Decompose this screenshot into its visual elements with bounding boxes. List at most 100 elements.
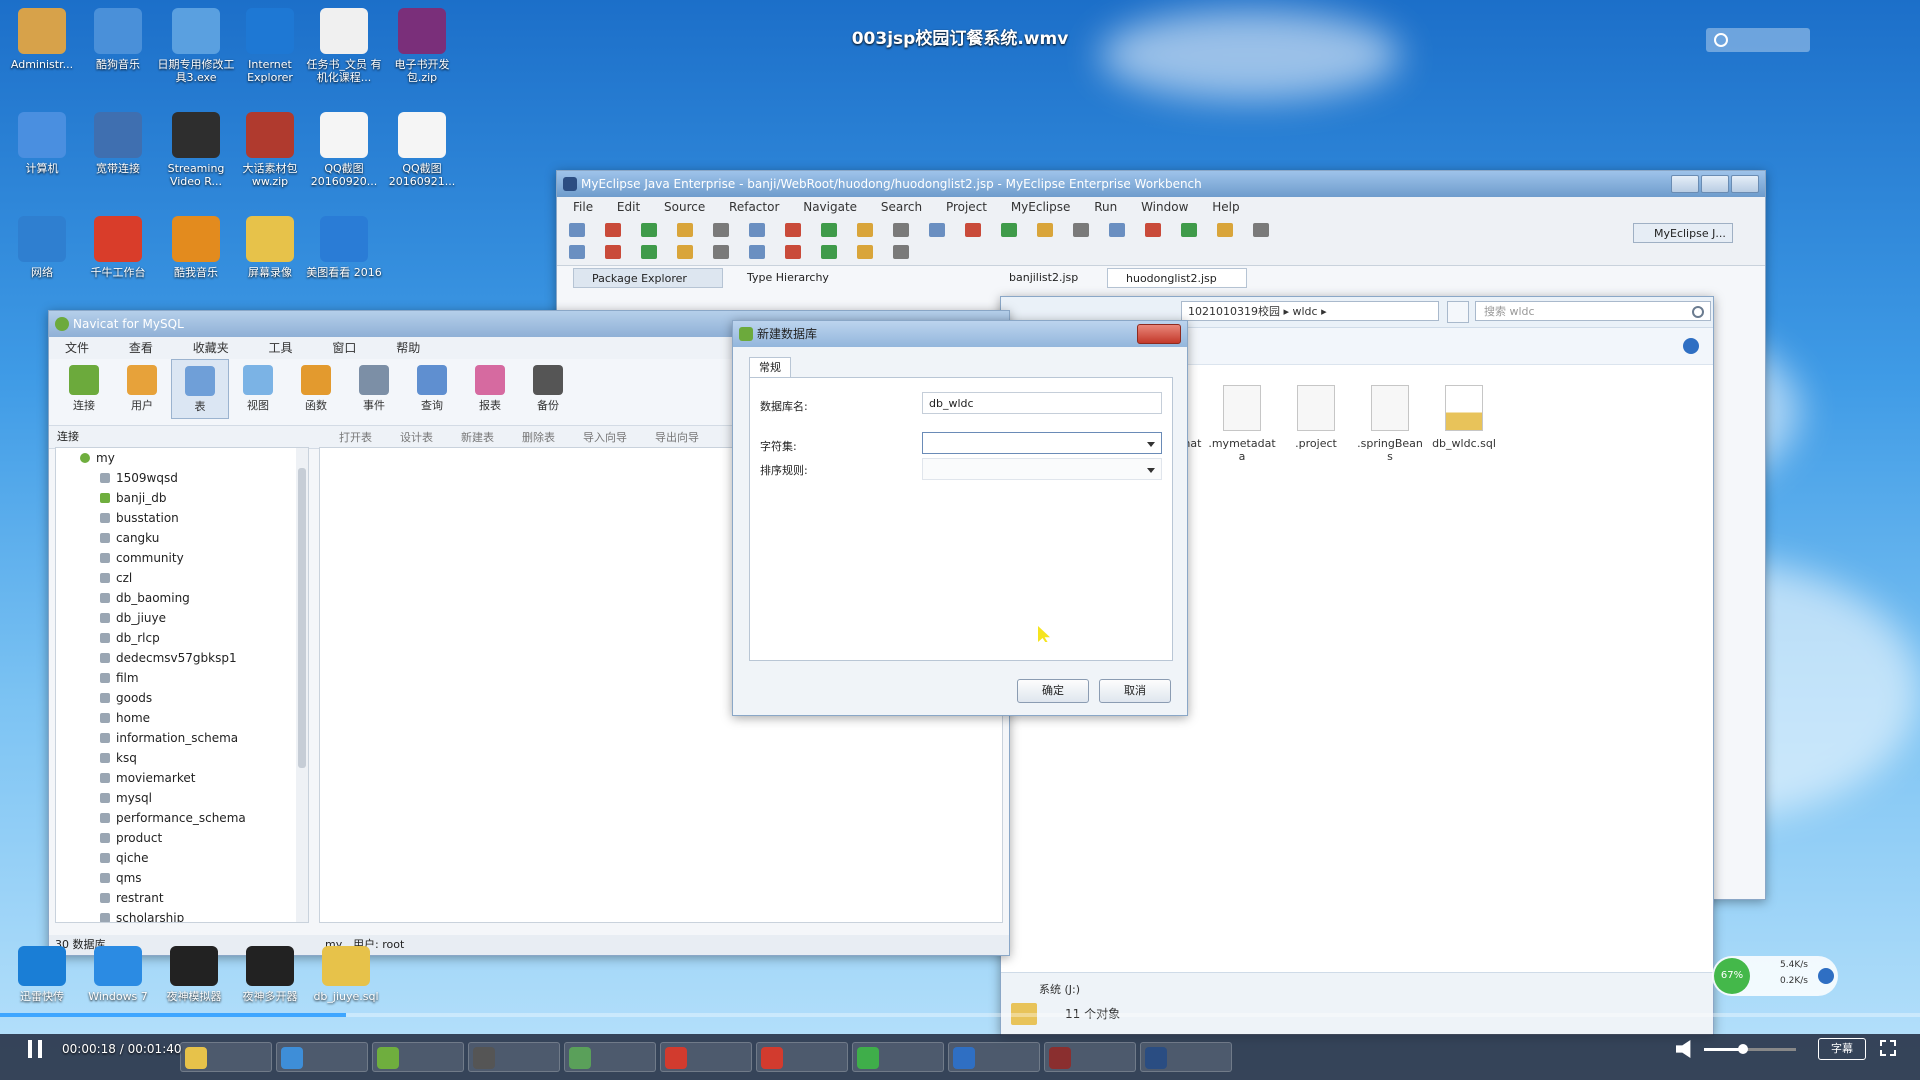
database-item[interactable]: db_jiuye xyxy=(56,608,308,628)
toolbar-button[interactable] xyxy=(749,245,765,259)
help-icon[interactable] xyxy=(1683,338,1699,354)
collation-select[interactable] xyxy=(922,458,1162,480)
desktop-icon[interactable]: db_jiuye.sql xyxy=(306,946,386,1003)
object-tool[interactable]: 新建表 xyxy=(447,427,494,449)
dialog-titlebar[interactable]: 新建数据库 xyxy=(733,321,1187,347)
database-item[interactable]: mysql xyxy=(56,788,308,808)
toolbar-button[interactable] xyxy=(713,223,729,237)
volume-knob[interactable] xyxy=(1738,1044,1748,1054)
file-item[interactable]: db_wldc.sql xyxy=(1429,385,1499,450)
toolbar-button[interactable] xyxy=(893,223,909,237)
toolbar-button[interactable] xyxy=(893,245,909,259)
database-item[interactable]: cangku xyxy=(56,528,308,548)
database-item[interactable]: information_schema xyxy=(56,728,308,748)
tab-package-explorer[interactable]: Package Explorer xyxy=(573,268,723,288)
object-tool[interactable]: 打开表 xyxy=(325,427,372,449)
toolbar-button[interactable] xyxy=(785,223,801,237)
volume-slider[interactable] xyxy=(1704,1044,1796,1054)
tab-banjilist2[interactable]: banjilist2.jsp xyxy=(991,268,1101,288)
menu-navigate[interactable]: Navigate xyxy=(803,197,857,217)
navicat-tool-0[interactable]: 连接 xyxy=(55,359,113,413)
database-item[interactable]: czl xyxy=(56,568,308,588)
desktop-icon[interactable]: 电子书开发 包.zip xyxy=(382,8,462,84)
database-item[interactable]: scholarship xyxy=(56,908,308,922)
menu-help[interactable]: Help xyxy=(1212,197,1239,217)
toolbar-button[interactable] xyxy=(1253,223,1269,237)
database-item[interactable]: qms xyxy=(56,868,308,888)
menu-window-cn[interactable]: 窗口 xyxy=(332,337,356,359)
database-item[interactable]: performance_schema xyxy=(56,808,308,828)
desktop-icon[interactable]: 计算机 xyxy=(2,112,82,175)
desktop-icon[interactable]: Administr... xyxy=(2,8,82,71)
toolbar-button[interactable] xyxy=(1001,223,1017,237)
ok-button[interactable]: 确定 xyxy=(1017,679,1089,703)
scroll-thumb[interactable] xyxy=(298,468,306,768)
desktop-icon[interactable]: Streaming Video R... xyxy=(156,112,236,188)
toolbar-button[interactable] xyxy=(641,245,657,259)
cancel-button[interactable]: 取消 xyxy=(1099,679,1171,703)
toolbar-button[interactable] xyxy=(605,245,621,259)
menu-file[interactable]: File xyxy=(573,197,593,217)
database-item[interactable]: home xyxy=(56,708,308,728)
database-item[interactable]: 1509wqsd xyxy=(56,468,308,488)
database-item[interactable]: goods xyxy=(56,688,308,708)
toolbar-button[interactable] xyxy=(569,245,585,259)
file-item[interactable]: .mymetadata xyxy=(1207,385,1277,463)
search-field[interactable]: 搜索 wldc xyxy=(1475,301,1711,321)
menu-help-cn[interactable]: 帮助 xyxy=(396,337,420,359)
toolbar-button[interactable] xyxy=(569,223,585,237)
network-widget[interactable]: 67% 5.4K/s 0.2K/s xyxy=(1712,956,1838,996)
menu-source[interactable]: Source xyxy=(664,197,705,217)
toolbar-button[interactable] xyxy=(929,223,945,237)
object-tool[interactable]: 导出向导 xyxy=(641,427,699,449)
toolbar-button[interactable] xyxy=(641,223,657,237)
database-item[interactable]: banji_db xyxy=(56,488,308,508)
desktop-icon[interactable]: 宽带连接 xyxy=(78,112,158,175)
tree-connection[interactable]: my xyxy=(56,448,308,468)
object-tool[interactable]: 导入向导 xyxy=(569,427,627,449)
toolbar-button[interactable] xyxy=(1145,223,1161,237)
desktop-icon[interactable]: 屏幕录像 xyxy=(230,216,310,279)
menu-myeclipse[interactable]: MyEclipse xyxy=(1011,197,1071,217)
database-item[interactable]: qiche xyxy=(56,848,308,868)
navicat-tool-3[interactable]: 视图 xyxy=(229,359,287,413)
toolbar-button[interactable] xyxy=(821,223,837,237)
desktop-icon[interactable]: 任务书_文员 有机化课程... xyxy=(304,8,384,84)
desktop-icon[interactable]: 夜神多开器 xyxy=(230,946,310,1003)
database-item[interactable]: moviemarket xyxy=(56,768,308,788)
dialog-close-button[interactable] xyxy=(1137,324,1181,344)
menu-search[interactable]: Search xyxy=(881,197,922,217)
volume-icon[interactable] xyxy=(1676,1040,1691,1058)
object-tool[interactable]: 删除表 xyxy=(508,427,555,449)
desktop-icon[interactable]: 迅雷快传 xyxy=(2,946,82,1003)
desktop-icon[interactable]: Windows 7 xyxy=(78,946,158,1003)
menu-refactor[interactable]: Refactor xyxy=(729,197,779,217)
database-item[interactable]: dedecmsv57gbksp1 xyxy=(56,648,308,668)
object-tool[interactable]: 设计表 xyxy=(386,427,433,449)
myeclipse-titlebar[interactable]: MyEclipse Java Enterprise - banji/WebRoo… xyxy=(557,171,1765,197)
toolbar-button[interactable] xyxy=(1181,223,1197,237)
video-progress-track[interactable] xyxy=(0,1013,1920,1017)
toolbar-button[interactable] xyxy=(677,245,693,259)
menu-run[interactable]: Run xyxy=(1094,197,1117,217)
navicat-tool-6[interactable]: 查询 xyxy=(403,359,461,413)
database-item[interactable]: ksq xyxy=(56,748,308,768)
desktop-icon[interactable]: QQ截图 20160921... xyxy=(382,112,462,188)
database-item[interactable]: community xyxy=(56,548,308,568)
desktop-icon[interactable]: 大话素材包 ww.zip xyxy=(230,112,310,188)
toolbar-button[interactable] xyxy=(785,245,801,259)
toolbar-button[interactable] xyxy=(965,223,981,237)
tree-scrollbar[interactable] xyxy=(296,448,308,922)
desktop-icon[interactable]: 千牛工作台 xyxy=(78,216,158,279)
desktop-icon[interactable]: Internet Explorer xyxy=(230,8,310,84)
database-item[interactable]: restrant xyxy=(56,888,308,908)
toolbar-button[interactable] xyxy=(1109,223,1125,237)
toolbar-button[interactable] xyxy=(749,223,765,237)
perspective-switcher[interactable]: MyEclipse J... xyxy=(1633,223,1733,243)
refresh-button[interactable] xyxy=(1447,301,1469,323)
address-field[interactable]: 1021010319校园 ▸ wldc ▸ xyxy=(1181,301,1439,321)
video-badge[interactable] xyxy=(1706,28,1810,52)
navicat-tool-4[interactable]: 函数 xyxy=(287,359,345,413)
tab-general[interactable]: 常规 xyxy=(749,357,791,378)
desktop-icon[interactable]: 夜神模拟器 xyxy=(154,946,234,1003)
